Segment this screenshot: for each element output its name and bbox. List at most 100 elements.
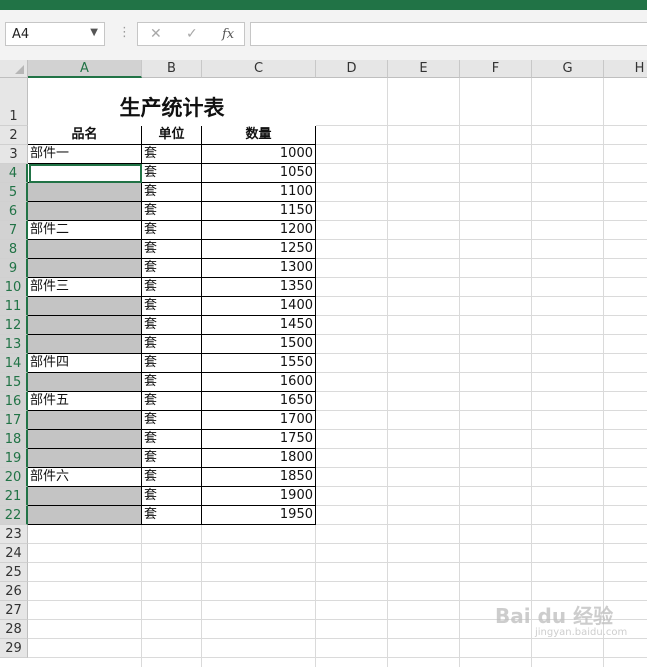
- qty-cell[interactable]: 1650: [202, 392, 316, 411]
- more-options-icon[interactable]: ⋮: [118, 25, 131, 40]
- column-header-b[interactable]: B: [142, 60, 202, 78]
- row-header-25[interactable]: 25: [0, 563, 28, 582]
- unit-cell[interactable]: 套: [142, 202, 202, 221]
- qty-cell[interactable]: 1500: [202, 335, 316, 354]
- row-header-7[interactable]: 7: [0, 221, 28, 240]
- unit-cell[interactable]: 套: [142, 221, 202, 240]
- column-header-h[interactable]: H: [604, 60, 647, 78]
- row-header-16[interactable]: 16: [0, 392, 28, 411]
- row-header-22[interactable]: 22: [0, 506, 28, 525]
- name-cell[interactable]: 部件五: [28, 392, 142, 411]
- unit-cell[interactable]: 套: [142, 297, 202, 316]
- unit-cell[interactable]: 套: [142, 316, 202, 335]
- row-header-17[interactable]: 17: [0, 411, 28, 430]
- name-cell[interactable]: [28, 297, 142, 316]
- row-header-26[interactable]: 26: [0, 582, 28, 601]
- name-cell[interactable]: [28, 487, 142, 506]
- qty-cell[interactable]: 1900: [202, 487, 316, 506]
- row-header-4[interactable]: 4: [0, 164, 28, 183]
- row-header-18[interactable]: 18: [0, 430, 28, 449]
- row-header-21[interactable]: 21: [0, 487, 28, 506]
- qty-cell[interactable]: 1150: [202, 202, 316, 221]
- column-header-g[interactable]: G: [532, 60, 604, 78]
- qty-cell[interactable]: 1850: [202, 468, 316, 487]
- row-header-15[interactable]: 15: [0, 373, 28, 392]
- qty-cell[interactable]: 1800: [202, 449, 316, 468]
- name-cell[interactable]: [28, 259, 142, 278]
- row-header-8[interactable]: 8: [0, 240, 28, 259]
- chevron-down-icon[interactable]: ▼: [90, 27, 98, 38]
- qty-cell[interactable]: 1600: [202, 373, 316, 392]
- qty-cell[interactable]: 1100: [202, 183, 316, 202]
- qty-cell[interactable]: 1350: [202, 278, 316, 297]
- name-cell[interactable]: [28, 335, 142, 354]
- row-header-19[interactable]: 19: [0, 449, 28, 468]
- name-cell[interactable]: [28, 449, 142, 468]
- qty-cell[interactable]: 1300: [202, 259, 316, 278]
- row-header-23[interactable]: 23: [0, 525, 28, 544]
- sheet-title[interactable]: 生产统计表: [28, 78, 316, 126]
- name-cell[interactable]: 部件一: [28, 145, 142, 164]
- qty-cell[interactable]: 1750: [202, 430, 316, 449]
- name-cell[interactable]: [28, 316, 142, 335]
- column-header-f[interactable]: F: [460, 60, 532, 78]
- unit-cell[interactable]: 套: [142, 392, 202, 411]
- row-header-3[interactable]: 3: [0, 145, 28, 164]
- column-header-e[interactable]: E: [388, 60, 460, 78]
- row-header-2[interactable]: 2: [0, 126, 28, 145]
- row-header-13[interactable]: 13: [0, 335, 28, 354]
- unit-cell[interactable]: 套: [142, 183, 202, 202]
- row-header-29[interactable]: 29: [0, 639, 28, 658]
- unit-cell[interactable]: 套: [142, 259, 202, 278]
- unit-cell[interactable]: 套: [142, 278, 202, 297]
- name-cell[interactable]: 部件六: [28, 468, 142, 487]
- row-header-1[interactable]: 1: [0, 78, 28, 126]
- name-cell[interactable]: [28, 411, 142, 430]
- name-cell[interactable]: [28, 240, 142, 259]
- unit-cell[interactable]: 套: [142, 449, 202, 468]
- row-header-14[interactable]: 14: [0, 354, 28, 373]
- qty-cell[interactable]: 1700: [202, 411, 316, 430]
- spreadsheet-grid[interactable]: A B C D E F G H 1 2 3 4 5 6 7 8 9 10 11 12 13 14 15 16 17 18 19 20 2…: [0, 60, 647, 667]
- insert-function-icon[interactable]: fx: [222, 27, 234, 42]
- unit-cell[interactable]: 套: [142, 487, 202, 506]
- row-header-12[interactable]: 12: [0, 316, 28, 335]
- unit-cell[interactable]: 套: [142, 411, 202, 430]
- name-cell[interactable]: [28, 506, 142, 525]
- qty-cell[interactable]: 1950: [202, 506, 316, 525]
- row-header-24[interactable]: 24: [0, 544, 28, 563]
- qty-cell[interactable]: 1050: [202, 164, 316, 183]
- cancel-icon[interactable]: ✕: [150, 26, 162, 42]
- unit-cell[interactable]: 套: [142, 164, 202, 183]
- column-header-d[interactable]: D: [316, 60, 388, 78]
- unit-cell[interactable]: 套: [142, 373, 202, 392]
- name-box[interactable]: A4 ▼: [5, 22, 105, 46]
- row-header-20[interactable]: 20: [0, 468, 28, 487]
- row-header-10[interactable]: 10: [0, 278, 28, 297]
- name-cell[interactable]: 部件四: [28, 354, 142, 373]
- unit-cell[interactable]: 套: [142, 145, 202, 164]
- qty-cell[interactable]: 1450: [202, 316, 316, 335]
- column-header-a[interactable]: A: [28, 60, 142, 78]
- header-cell-name[interactable]: 品名: [28, 126, 142, 145]
- unit-cell[interactable]: 套: [142, 354, 202, 373]
- name-cell[interactable]: 部件三: [28, 278, 142, 297]
- row-header-5[interactable]: 5: [0, 183, 28, 202]
- name-cell[interactable]: [28, 183, 142, 202]
- formula-input[interactable]: [250, 22, 647, 46]
- header-cell-unit[interactable]: 单位: [142, 126, 202, 145]
- qty-cell[interactable]: 1200: [202, 221, 316, 240]
- name-cell[interactable]: [28, 430, 142, 449]
- header-cell-qty[interactable]: 数量: [202, 126, 316, 145]
- unit-cell[interactable]: 套: [142, 468, 202, 487]
- enter-icon[interactable]: ✓: [186, 26, 198, 42]
- row-header-9[interactable]: 9: [0, 259, 28, 278]
- name-cell[interactable]: 部件二: [28, 221, 142, 240]
- row-header-6[interactable]: 6: [0, 202, 28, 221]
- unit-cell[interactable]: 套: [142, 240, 202, 259]
- qty-cell[interactable]: 1550: [202, 354, 316, 373]
- unit-cell[interactable]: 套: [142, 430, 202, 449]
- unit-cell[interactable]: 套: [142, 506, 202, 525]
- qty-cell[interactable]: 1250: [202, 240, 316, 259]
- qty-cell[interactable]: 1000: [202, 145, 316, 164]
